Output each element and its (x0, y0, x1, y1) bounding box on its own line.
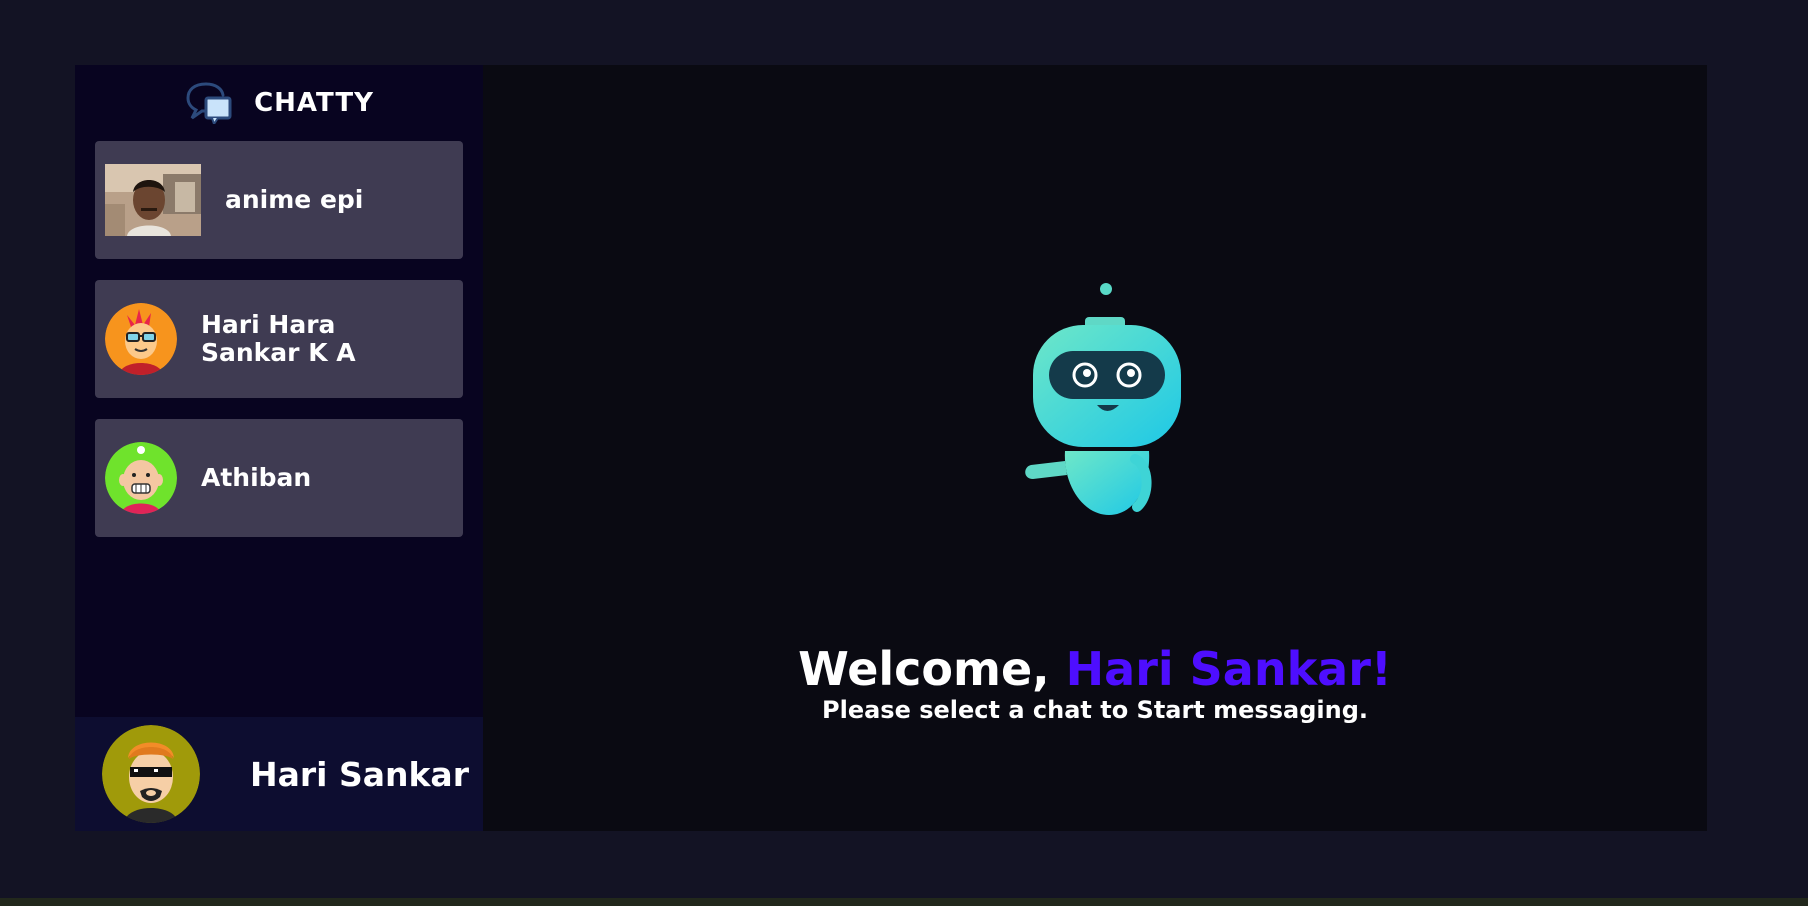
welcome-heading: Welcome, Hari Sankar! (483, 642, 1707, 696)
app-title: CHATTY (254, 88, 374, 118)
welcome-message: Welcome, Hari Sankar! Please select a ch… (483, 642, 1707, 724)
contacts-sidebar: CHATTY anime epi Hari Hara Sankar K A At… (75, 65, 483, 831)
welcome-panel: Welcome, Hari Sankar! Please select a ch… (483, 65, 1707, 831)
contact-name: anime epi (225, 185, 364, 214)
welcome-username: Hari Sankar! (1065, 642, 1392, 696)
robot-illustration (1023, 275, 1183, 529)
welcome-greeting: Welcome, (798, 642, 1050, 696)
chat-bubbles-icon (184, 78, 234, 128)
cartoon-bald-avatar (105, 442, 177, 514)
brand-header: CHATTY (75, 65, 483, 141)
contact-item-anime-epi[interactable]: anime epi (95, 141, 463, 259)
contact-list: anime epi Hari Hara Sankar K A Athiban (75, 141, 483, 537)
contact-name: Hari Hara Sankar K A (201, 310, 356, 367)
photo-avatar (105, 164, 201, 236)
current-user-panel: Hari Sankar (75, 717, 483, 831)
taskbar-strip (0, 898, 1808, 906)
current-user-name: Hari Sankar (250, 754, 469, 794)
welcome-subtitle: Please select a chat to Start messaging. (822, 696, 1368, 724)
chat-app: CHATTY anime epi Hari Hara Sankar K A At… (75, 65, 1707, 831)
contact-item-athiban[interactable]: Athiban (95, 419, 463, 537)
contact-item-hari-hara-sankar[interactable]: Hari Hara Sankar K A (95, 280, 463, 398)
contact-name: Athiban (201, 463, 312, 492)
cartoon-glasses-avatar (105, 303, 177, 375)
cartoon-sunglasses-avatar (102, 725, 200, 823)
